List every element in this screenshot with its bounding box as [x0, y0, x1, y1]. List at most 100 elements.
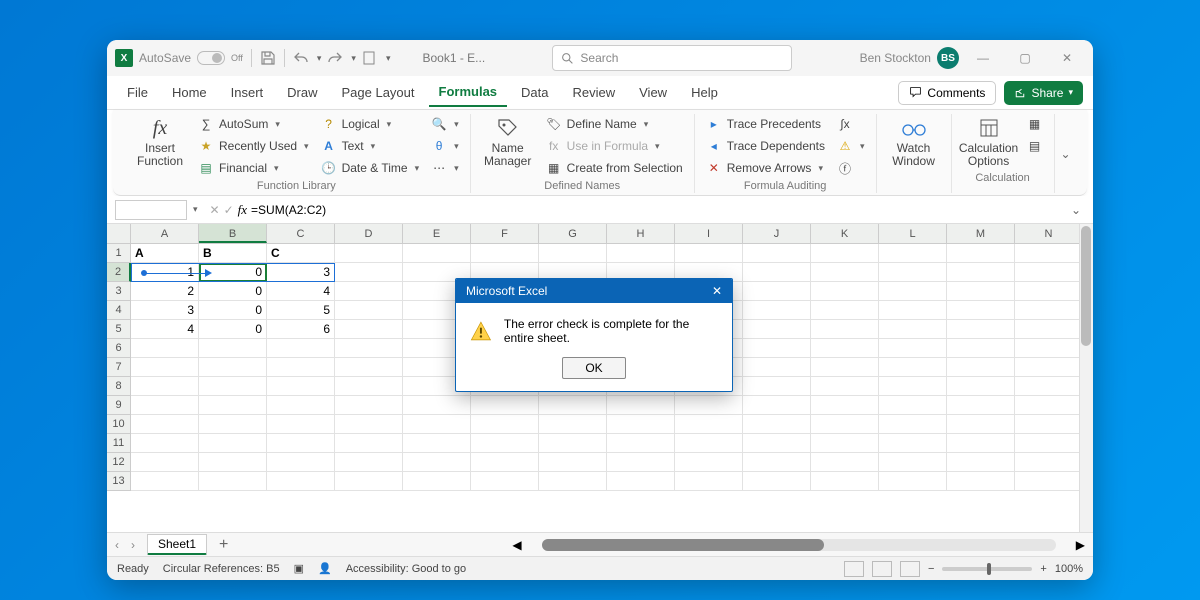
- search-box[interactable]: Search: [552, 45, 792, 71]
- cell-A10[interactable]: [131, 415, 199, 434]
- cell-E13[interactable]: [403, 472, 471, 491]
- tab-insert[interactable]: Insert: [221, 79, 274, 106]
- cell-J5[interactable]: [743, 320, 811, 339]
- cell-A6[interactable]: [131, 339, 199, 358]
- cell-H9[interactable]: [607, 396, 675, 415]
- cell-A11[interactable]: [131, 434, 199, 453]
- cell-M11[interactable]: [947, 434, 1015, 453]
- scroll-right[interactable]: ▶: [1076, 538, 1085, 552]
- row-header-8[interactable]: 8: [107, 377, 131, 396]
- cell-D12[interactable]: [335, 453, 403, 472]
- row-header-13[interactable]: 13: [107, 472, 131, 491]
- cell-N6[interactable]: [1015, 339, 1083, 358]
- tab-view[interactable]: View: [629, 79, 677, 106]
- cell-B11[interactable]: [199, 434, 267, 453]
- cell-A12[interactable]: [131, 453, 199, 472]
- cell-A3[interactable]: 2: [131, 282, 199, 301]
- error-checking-button[interactable]: ⚠▾: [834, 136, 868, 156]
- cell-B1[interactable]: B: [199, 244, 267, 263]
- cell-M9[interactable]: [947, 396, 1015, 415]
- zoom-out-button[interactable]: −: [928, 563, 934, 575]
- cell-B2[interactable]: 0: [199, 263, 267, 282]
- row-header-11[interactable]: 11: [107, 434, 131, 453]
- cell-C6[interactable]: [267, 339, 335, 358]
- cell-D1[interactable]: [335, 244, 403, 263]
- col-F[interactable]: F: [471, 224, 539, 243]
- formula-bar-expand[interactable]: ⌄: [1067, 203, 1085, 217]
- tab-data[interactable]: Data: [511, 79, 558, 106]
- col-A[interactable]: A: [131, 224, 199, 243]
- cell-C9[interactable]: [267, 396, 335, 415]
- cell-D10[interactable]: [335, 415, 403, 434]
- cell-A8[interactable]: [131, 377, 199, 396]
- cell-C4[interactable]: 5: [267, 301, 335, 320]
- cell-N7[interactable]: [1015, 358, 1083, 377]
- minimize-button[interactable]: ―: [965, 44, 1001, 72]
- cell-F10[interactable]: [471, 415, 539, 434]
- cell-G10[interactable]: [539, 415, 607, 434]
- cell-K8[interactable]: [811, 377, 879, 396]
- zoom-slider[interactable]: [942, 567, 1032, 571]
- cell-F12[interactable]: [471, 453, 539, 472]
- cell-D5[interactable]: [335, 320, 403, 339]
- fx-label-icon[interactable]: fx: [238, 202, 247, 218]
- cell-J11[interactable]: [743, 434, 811, 453]
- cell-J4[interactable]: [743, 301, 811, 320]
- cell-F9[interactable]: [471, 396, 539, 415]
- cell-D3[interactable]: [335, 282, 403, 301]
- cell-E11[interactable]: [403, 434, 471, 453]
- cell-L4[interactable]: [879, 301, 947, 320]
- cell-C12[interactable]: [267, 453, 335, 472]
- tab-home[interactable]: Home: [162, 79, 217, 106]
- view-normal-button[interactable]: [844, 561, 864, 577]
- cell-B10[interactable]: [199, 415, 267, 434]
- cell-M10[interactable]: [947, 415, 1015, 434]
- row-header-3[interactable]: 3: [107, 282, 131, 301]
- cell-A9[interactable]: [131, 396, 199, 415]
- cell-K11[interactable]: [811, 434, 879, 453]
- cell-B8[interactable]: [199, 377, 267, 396]
- cell-C7[interactable]: [267, 358, 335, 377]
- cell-N8[interactable]: [1015, 377, 1083, 396]
- cell-G1[interactable]: [539, 244, 607, 263]
- recently-used-button[interactable]: ★Recently Used▾: [195, 136, 312, 156]
- cell-M4[interactable]: [947, 301, 1015, 320]
- cell-D11[interactable]: [335, 434, 403, 453]
- cell-I13[interactable]: [675, 472, 743, 491]
- cell-B5[interactable]: 0: [199, 320, 267, 339]
- cell-M1[interactable]: [947, 244, 1015, 263]
- cell-G12[interactable]: [539, 453, 607, 472]
- col-I[interactable]: I: [675, 224, 743, 243]
- col-B[interactable]: B: [199, 224, 267, 243]
- ribbon-collapse-button[interactable]: ⌄: [1055, 147, 1077, 161]
- cell-L11[interactable]: [879, 434, 947, 453]
- cell-K6[interactable]: [811, 339, 879, 358]
- cell-F1[interactable]: [471, 244, 539, 263]
- cell-N2[interactable]: [1015, 263, 1083, 282]
- tab-file[interactable]: File: [117, 79, 158, 106]
- autosave-toggle[interactable]: [197, 51, 225, 65]
- cell-J1[interactable]: [743, 244, 811, 263]
- scroll-left[interactable]: ◀: [512, 538, 521, 552]
- qat-more-icon[interactable]: [362, 50, 378, 66]
- remove-arrows-button[interactable]: ✕Remove Arrows▾: [703, 158, 828, 178]
- comments-button[interactable]: Comments: [898, 81, 996, 105]
- cell-N13[interactable]: [1015, 472, 1083, 491]
- cell-L13[interactable]: [879, 472, 947, 491]
- select-all-corner[interactable]: [107, 224, 131, 243]
- row-header-10[interactable]: 10: [107, 415, 131, 434]
- cell-L9[interactable]: [879, 396, 947, 415]
- watch-window-button[interactable]: Watch Window: [885, 114, 943, 170]
- cell-K10[interactable]: [811, 415, 879, 434]
- trace-precedents-button[interactable]: ▸Trace Precedents: [703, 114, 828, 134]
- insert-function-button[interactable]: fx Insert Function: [131, 114, 189, 170]
- lookup-button[interactable]: 🔍▾: [428, 114, 462, 134]
- tab-review[interactable]: Review: [563, 79, 626, 106]
- col-N[interactable]: N: [1015, 224, 1083, 243]
- cell-C1[interactable]: C: [267, 244, 335, 263]
- row-header-12[interactable]: 12: [107, 453, 131, 472]
- cell-E1[interactable]: [403, 244, 471, 263]
- sheet-nav-prev[interactable]: ‹: [115, 538, 119, 552]
- logical-button[interactable]: ?Logical▾: [318, 114, 423, 134]
- evaluate-formula-button[interactable]: ⓕ: [834, 158, 868, 178]
